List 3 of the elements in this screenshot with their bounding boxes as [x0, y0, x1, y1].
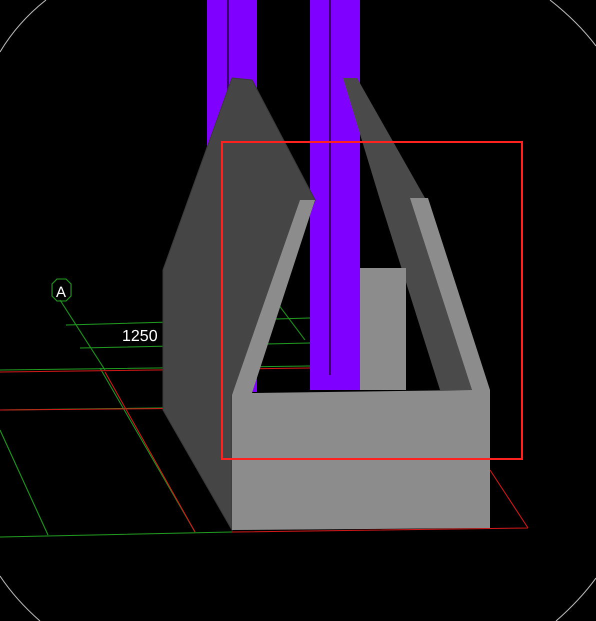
grid-label-drawing	[52, 278, 72, 302]
grid-label: A	[56, 284, 66, 301]
dimension-text: 1250	[122, 328, 158, 345]
